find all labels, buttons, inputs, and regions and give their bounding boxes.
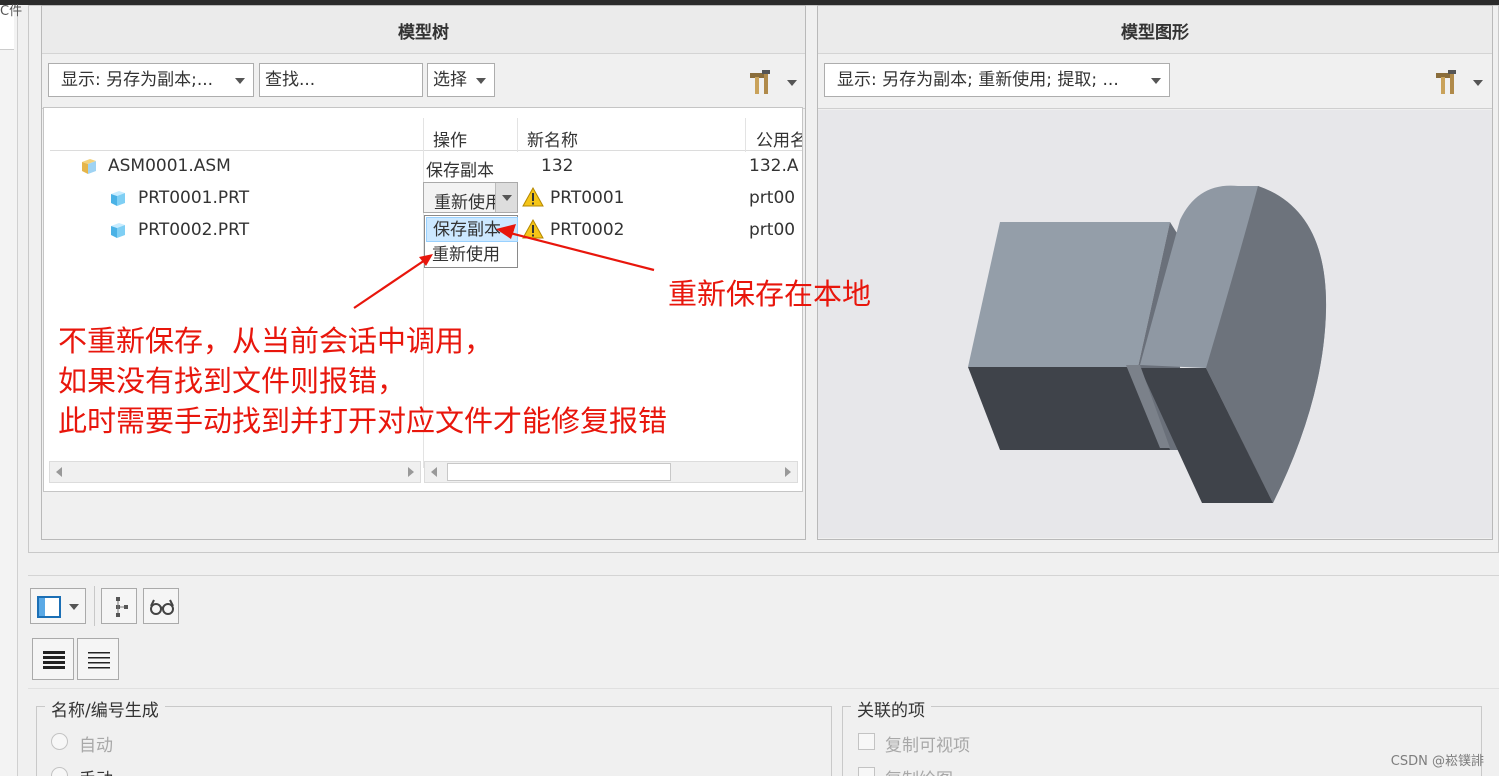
layout-panel-icon (37, 596, 61, 618)
watermark-text: CSDN @崧镤誹 (1390, 754, 1484, 769)
radio-auto[interactable] (51, 733, 68, 750)
layout-panel-button[interactable] (30, 588, 86, 624)
list-dense-button[interactable] (32, 638, 74, 680)
checkbox-copy-visible-label: 复制可视项 (885, 736, 970, 756)
toolbar-separator (94, 586, 95, 626)
tree-structure-icon (116, 597, 128, 617)
checkbox-copy-drawing-label: 复制绘图 (885, 765, 953, 776)
related-items-title: 关联的项 (851, 696, 931, 721)
annotation-line-2: 如果没有找到文件则报错， (58, 364, 407, 398)
list-dense-icon (43, 651, 65, 669)
tree-structure-button[interactable] (101, 588, 137, 624)
annotation-line-1: 不重新保存，从当前会话中调用， (58, 324, 494, 358)
section-divider (28, 575, 1499, 576)
list-lines-button[interactable] (77, 638, 119, 680)
radio-auto-label: 自动 (79, 736, 113, 756)
name-generation-title: 名称/编号生成 (45, 696, 165, 721)
annotation-save-locally: 重新保存在本地 (668, 277, 872, 311)
preview-glasses-button[interactable] (143, 588, 179, 624)
radio-manual-label: 手动 (79, 765, 113, 776)
checkbox-copy-drawing[interactable] (858, 767, 875, 776)
glasses-icon (150, 599, 174, 615)
list-lines-icon (88, 652, 110, 669)
checkbox-copy-visible[interactable] (858, 733, 875, 750)
chevron-down-icon[interactable] (69, 604, 79, 610)
annotation-line-3: 此时需要手动找到并打开对应文件才能修复报错 (58, 404, 668, 438)
